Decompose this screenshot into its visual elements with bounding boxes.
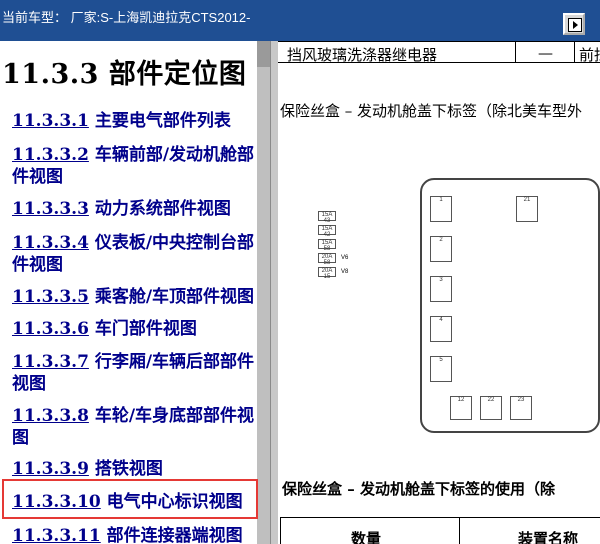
selection-highlight — [2, 479, 258, 519]
toc-item[interactable]: 11.3.3.2 车辆前部/发动机舱部件视图 — [12, 144, 257, 188]
title-bar: 当前车型： 厂家:S-上海凯迪拉克CTS2012- — [0, 0, 600, 41]
toc-item[interactable]: 11.3.3.3 动力系统部件视图 — [12, 198, 257, 220]
fuse-usage-caption: 保险丝盒 – 发动机舱盖下标签的使用（除 — [282, 480, 555, 498]
panel-divider[interactable] — [270, 41, 278, 544]
toc-item[interactable]: 11.3.3.9 搭铁视图 — [12, 458, 257, 480]
fuse-box-caption: 保险丝盒 – 发动机舱盖下标签（除北美车型外 — [280, 102, 583, 120]
toc-item[interactable]: 11.3.3.11 部件连接器端视图 — [12, 525, 257, 544]
toc-item[interactable]: 11.3.3.8 车轮/车身底部部件视图 — [12, 405, 257, 449]
table-cell: 挡风玻璃洗涤器继电器 — [278, 41, 516, 64]
toc-item[interactable]: 11.3.3.4 仪表板/中央控制台部件视图 — [12, 232, 257, 276]
table-header-cell: 数量 — [280, 517, 460, 544]
go-forward-button[interactable] — [563, 13, 585, 35]
toc-item[interactable]: 11.3.3.7 行李厢/车辆后部部件视图 — [12, 351, 257, 395]
table-cell: 前挡 — [574, 41, 600, 64]
scrollbar[interactable] — [257, 41, 270, 544]
toc-item[interactable]: 11.3.3.5 乘客舱/车顶部件视图 — [12, 286, 257, 308]
scrollbar-thumb[interactable] — [257, 41, 270, 67]
content-panel: 挡风玻璃洗涤器继电器 — 前挡 保险丝盒 – 发动机舱盖下标签（除北美车型外 1… — [278, 41, 600, 544]
fuse-box-diagram: 15A 43 15A 42 15A 58 20A 58 20A 15 V6 V8… — [308, 178, 600, 486]
window-title: 当前车型： 厂家:S-上海凯迪拉克CTS2012- — [2, 10, 251, 25]
toc-item[interactable]: 11.3.3.6 车门部件视图 — [12, 318, 257, 340]
toc-panel: 11.3.3 部件定位图 11.3.3.1 主要电气部件列表 11.3.3.2 … — [0, 41, 257, 544]
section-title: 11.3.3 部件定位图 — [2, 59, 247, 90]
table-cell: — — [515, 41, 575, 63]
toc-item[interactable]: 11.3.3.1 主要电气部件列表 — [12, 110, 257, 132]
table-header-cell: 装置名称 — [459, 517, 600, 544]
go-forward-icon — [568, 18, 582, 32]
